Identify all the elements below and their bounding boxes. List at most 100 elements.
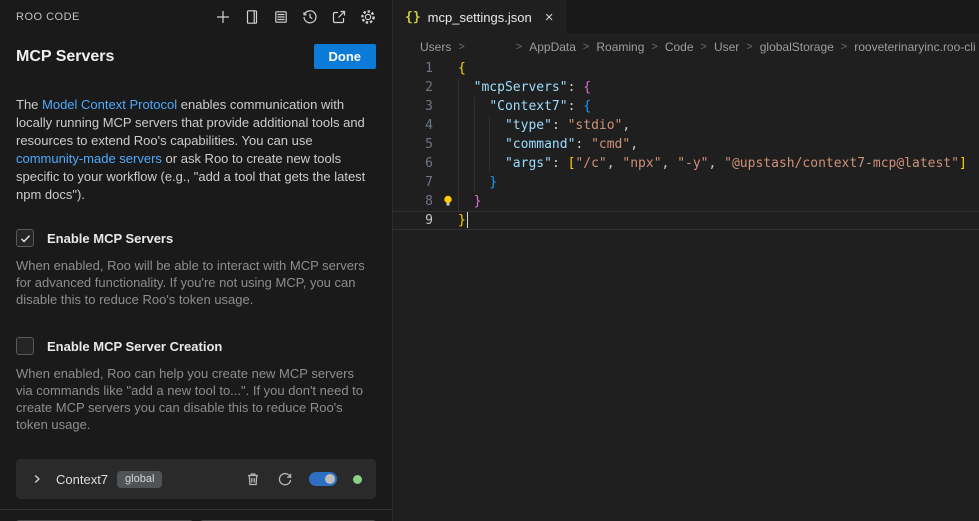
line-number: 5 — [393, 135, 433, 154]
panel-header-actions — [214, 9, 376, 26]
indent-guide — [474, 135, 475, 154]
code-line-text: "type": "stdio", — [458, 116, 630, 135]
panel-title: ROO CODE — [16, 11, 80, 23]
server-scope-badge: global — [117, 471, 162, 488]
enable-mcp-servers-checkbox[interactable] — [16, 229, 34, 247]
code-line-text: { — [458, 59, 466, 78]
breadcrumb-separator: > — [651, 41, 657, 53]
page-head: MCP Servers Done — [16, 44, 376, 69]
plus-icon[interactable] — [214, 9, 231, 26]
code-line[interactable]: 8 } — [393, 192, 979, 211]
panel-bottom-divider — [0, 509, 392, 510]
close-icon[interactable]: × — [545, 10, 554, 25]
gutter-margin — [433, 192, 458, 211]
code-line[interactable]: 6 "args": ["/c", "npx", "-y", "@upstash/… — [393, 154, 979, 173]
page-title: MCP Servers — [16, 48, 114, 66]
intro-link[interactable]: Model Context Protocol — [42, 97, 177, 112]
indent-guide — [474, 116, 475, 135]
gutter-margin — [433, 59, 458, 78]
server-row-context7[interactable]: Context7 global — [16, 459, 376, 499]
code-line-text: } — [458, 192, 481, 211]
code-line[interactable]: 9} — [393, 211, 979, 230]
indent-guide — [458, 116, 459, 135]
indent-guide — [458, 97, 459, 116]
indent-guide — [474, 154, 475, 173]
enable-mcp-creation-row: Enable MCP Server Creation — [16, 337, 376, 355]
enable-mcp-creation-description: When enabled, Roo can help you create ne… — [16, 365, 374, 433]
server-name: Context7 — [56, 472, 108, 487]
done-button[interactable]: Done — [314, 44, 377, 69]
vscode-window: ROO CODE MCP Servers Done The Mod — [0, 0, 979, 521]
line-number: 7 — [393, 173, 433, 192]
gutter-margin — [433, 211, 458, 230]
toggle-knob — [325, 474, 335, 484]
intro-text: The Model Context Protocol enables commu… — [16, 96, 376, 204]
breadcrumb-item[interactable]: Users — [420, 40, 451, 54]
gutter-margin — [433, 135, 458, 154]
notebook-icon[interactable] — [243, 9, 260, 26]
gear-icon[interactable] — [359, 9, 376, 26]
code-line[interactable]: 5 "command": "cmd", — [393, 135, 979, 154]
intro-link[interactable]: community-made servers — [16, 151, 162, 166]
breadcrumb-item[interactable]: Roaming — [596, 40, 644, 54]
json-file-icon: {} — [405, 10, 421, 25]
gutter-margin — [433, 154, 458, 173]
indent-guide — [474, 173, 475, 192]
indent-guide — [474, 97, 475, 116]
line-number: 8 — [393, 192, 433, 211]
breadcrumb-item[interactable]: AppData — [529, 40, 576, 54]
line-number: 4 — [393, 116, 433, 135]
roo-code-panel: ROO CODE MCP Servers Done The Mod — [0, 0, 393, 521]
breadcrumb-separator: > — [583, 41, 589, 53]
chevron-right-icon[interactable] — [30, 472, 44, 486]
indent-guide — [458, 173, 459, 192]
breadcrumb-separator: > — [746, 41, 752, 53]
code-line[interactable]: 7 } — [393, 173, 979, 192]
server-enabled-toggle[interactable] — [309, 472, 337, 486]
indent-guide — [489, 154, 490, 173]
breadcrumb-separator: > — [458, 41, 464, 53]
breadcrumb-item[interactable]: Code — [665, 40, 694, 54]
code-line[interactable]: 4 "type": "stdio", — [393, 116, 979, 135]
server-status-dot — [353, 475, 362, 484]
indent-guide — [489, 135, 490, 154]
line-number: 3 — [393, 97, 433, 116]
breadcrumb-separator: > — [701, 41, 707, 53]
line-number: 2 — [393, 78, 433, 97]
code-line[interactable]: 1{ — [393, 59, 979, 78]
breadcrumb-item[interactable]: User — [714, 40, 739, 54]
indent-guide — [458, 192, 459, 211]
enable-mcp-servers-row: Enable MCP Servers — [16, 229, 376, 247]
breadcrumb-separator: > — [516, 41, 522, 53]
server-icon[interactable] — [272, 9, 289, 26]
gutter-margin — [433, 78, 458, 97]
breadcrumb-item[interactable]: rooveterinaryinc.roo-cli — [854, 40, 975, 54]
tab-filename: mcp_settings.json — [428, 10, 532, 25]
intro-text-segment: The — [16, 97, 42, 112]
code-line[interactable]: 3 "Context7": { — [393, 97, 979, 116]
gutter-margin — [433, 173, 458, 192]
tab-mcp-settings-json[interactable]: {} mcp_settings.json × — [393, 0, 566, 35]
line-number: 1 — [393, 59, 433, 78]
line-number: 9 — [393, 211, 433, 230]
enable-mcp-servers-label: Enable MCP Servers — [47, 231, 173, 246]
editor-area: {} mcp_settings.json × Users > > AppData > Ro… — [393, 0, 979, 521]
refresh-icon[interactable] — [277, 471, 293, 487]
indent-guide — [458, 78, 459, 97]
enable-mcp-servers-description: When enabled, Roo will be able to intera… — [16, 257, 374, 308]
editor-tab-bar: {} mcp_settings.json × — [393, 0, 979, 35]
code-line[interactable]: 2 "mcpServers": { — [393, 78, 979, 97]
history-icon[interactable] — [301, 9, 318, 26]
popout-icon[interactable] — [330, 9, 347, 26]
text-cursor — [467, 212, 468, 228]
breadcrumb-item[interactable]: globalStorage — [760, 40, 834, 54]
lightbulb-icon[interactable] — [441, 194, 455, 208]
gutter-margin — [433, 97, 458, 116]
code-line-text: "mcpServers": { — [458, 78, 591, 97]
code-line-text: "Context7": { — [458, 97, 591, 116]
code-line-text: "args": ["/c", "npx", "-y", "@upstash/co… — [458, 154, 967, 173]
code-editor[interactable]: 1{2 "mcpServers": {3 "Context7": {4 "typ… — [393, 58, 979, 521]
trash-icon[interactable] — [245, 471, 261, 487]
enable-mcp-creation-label: Enable MCP Server Creation — [47, 339, 222, 354]
enable-mcp-creation-checkbox[interactable] — [16, 337, 34, 355]
